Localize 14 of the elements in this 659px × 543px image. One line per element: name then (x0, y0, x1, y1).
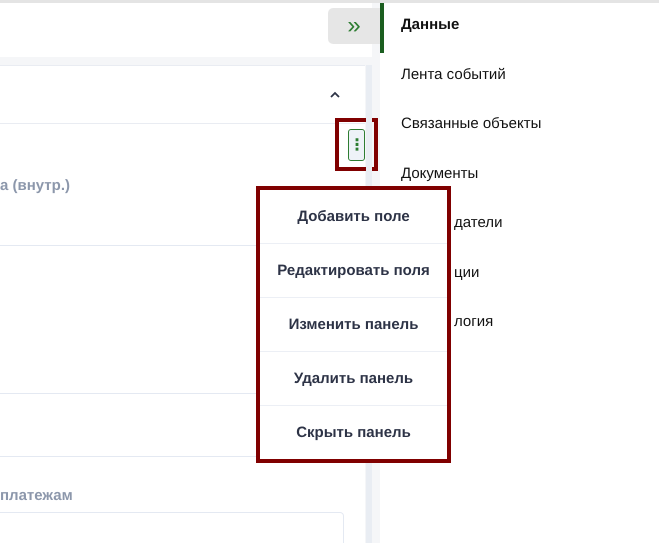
sidebar-item[interactable]: Данные (380, 3, 659, 52)
collapse-button[interactable]: » (328, 8, 380, 44)
field-label: а (внутр.) (0, 176, 71, 196)
more-button[interactable]: ⋮ (348, 128, 365, 160)
menu-item[interactable]: Изменить панель (260, 298, 447, 352)
menu-item[interactable]: Скрыть панель (260, 406, 447, 459)
sidebar-item[interactable]: Лента событий (380, 52, 659, 102)
menu-item[interactable]: Редактировать поля (260, 244, 447, 298)
menu-item[interactable]: Удалить панель (260, 352, 447, 406)
chevron-up-icon[interactable] (329, 90, 341, 98)
field-label: платежам (0, 486, 74, 506)
menu-item[interactable]: Добавить поле (260, 190, 447, 244)
input-field[interactable] (0, 512, 344, 543)
sidebar-item[interactable]: Связанные объекты (380, 102, 659, 152)
